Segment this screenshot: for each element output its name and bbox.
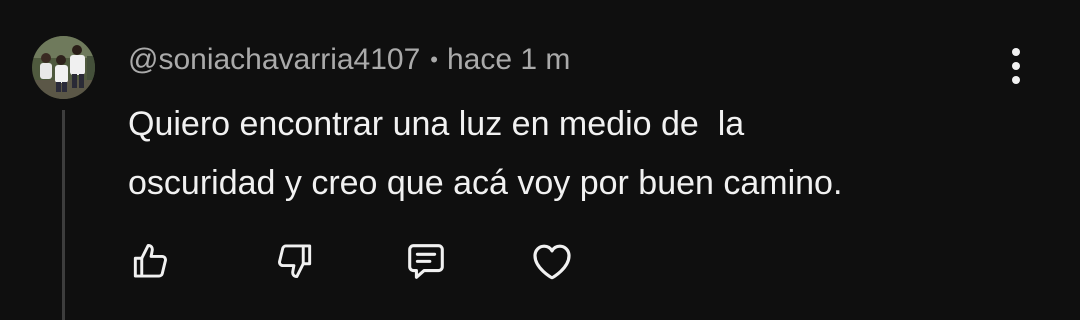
comment-text: Quiero encontrar una luz en medio de la … xyxy=(128,105,843,202)
reply-button[interactable] xyxy=(401,236,451,286)
more-vert-icon-dot xyxy=(1012,62,1020,70)
thread-line xyxy=(62,110,65,320)
avatar-photo xyxy=(32,36,95,99)
thumb-up-icon xyxy=(133,243,167,278)
more-options-button[interactable] xyxy=(996,42,1036,90)
like-button[interactable] xyxy=(125,236,175,286)
dislike-button[interactable] xyxy=(270,236,320,286)
heart-button[interactable] xyxy=(527,236,577,286)
more-vert-icon-dot xyxy=(1012,48,1020,56)
avatar[interactable] xyxy=(32,36,95,99)
reply-comment-icon xyxy=(408,244,444,279)
thumb-down-icon xyxy=(278,244,312,279)
meta-separator: • xyxy=(430,47,438,72)
heart-icon xyxy=(533,244,571,280)
comment-meta: @soniachavarria4107 • hace 1 m xyxy=(128,40,570,80)
comment-timestamp: hace 1 m xyxy=(447,43,571,76)
comment-author[interactable]: @soniachavarria4107 xyxy=(128,43,420,77)
more-vert-icon-dot xyxy=(1012,76,1020,84)
